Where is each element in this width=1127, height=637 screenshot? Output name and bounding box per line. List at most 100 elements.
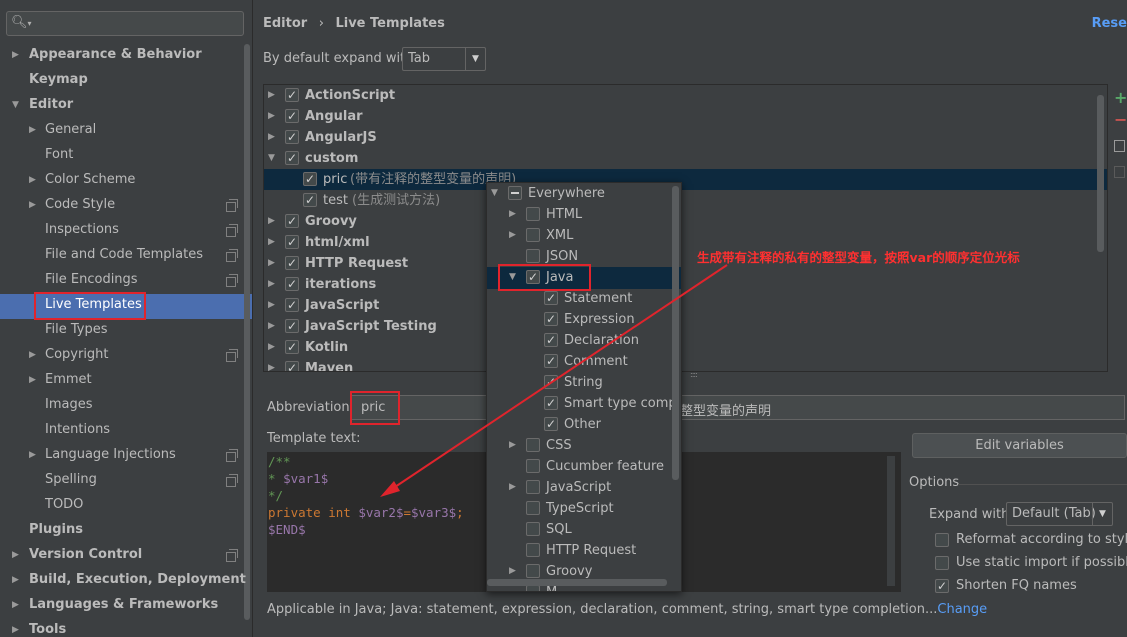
context-item[interactable]: String (487, 372, 672, 393)
sidebar-item-todo[interactable]: TODO (45, 494, 83, 516)
popup-hscrollbar[interactable] (487, 579, 667, 586)
splitter-handle[interactable]: :::: (690, 370, 698, 379)
sidebar-item-file-types[interactable]: File Types (45, 319, 108, 341)
chevron-right-icon[interactable]: ▶ (29, 194, 36, 216)
context-item[interactable]: Comment (487, 351, 672, 372)
sidebar-item-appearance-behavior[interactable]: Appearance & Behavior (29, 44, 202, 66)
chevron-right-icon[interactable]: ▶ (29, 169, 36, 191)
chevron-right-icon[interactable]: ▶ (12, 569, 19, 591)
context-item[interactable]: ▶ HTML (487, 204, 672, 225)
reset-link[interactable]: Rese (1092, 16, 1127, 31)
template-checkbox[interactable] (303, 190, 317, 211)
sidebar-item-editor[interactable]: Editor (29, 94, 73, 116)
sidebar-item-inspections[interactable]: Inspections (45, 219, 119, 241)
context-checkbox[interactable] (526, 459, 540, 473)
template-tree-scrollbar[interactable] (1097, 95, 1104, 252)
template-checkbox[interactable] (285, 253, 299, 274)
chevron-right-icon[interactable]: ▶ (268, 358, 275, 371)
sidebar-item-plugins[interactable]: Plugins (29, 519, 83, 541)
add-icon[interactable]: + (1114, 88, 1127, 107)
context-item[interactable]: ▶ CSS (487, 435, 672, 456)
sidebar-item-tools[interactable]: Tools (29, 619, 66, 637)
template-group[interactable]: ▼ custom (264, 148, 1107, 169)
sidebar-item-build-execution-deployment[interactable]: Build, Execution, Deployment (29, 569, 246, 591)
template-group[interactable]: ▶ AngularJS (264, 127, 1107, 148)
context-checkbox[interactable] (526, 228, 540, 242)
sidebar-item-keymap[interactable]: Keymap (29, 69, 88, 91)
template-checkbox[interactable] (303, 169, 317, 190)
context-checkbox[interactable] (544, 372, 558, 393)
template-group[interactable]: ▶ Angular (264, 106, 1107, 127)
template-checkbox[interactable] (285, 358, 299, 371)
context-checkbox[interactable] (544, 309, 558, 330)
expand-with-select[interactable]: Tab ▼ (402, 47, 486, 71)
popup-scrollbar[interactable] (672, 186, 679, 480)
template-checkbox[interactable] (285, 337, 299, 358)
sidebar-item-font[interactable]: Font (45, 144, 73, 166)
chevron-right-icon[interactable]: ▶ (509, 204, 516, 225)
chevron-right-icon[interactable]: ▶ (29, 369, 36, 391)
chevron-right-icon[interactable]: ▶ (268, 337, 275, 358)
context-checkbox[interactable] (526, 522, 540, 536)
options-expand-with-select[interactable]: Default (Tab) ▼ (1006, 502, 1113, 526)
template-checkbox[interactable] (285, 106, 299, 127)
template-group[interactable]: ▶ Groovy (264, 211, 1107, 232)
context-item[interactable]: Expression (487, 309, 672, 330)
breadcrumb-root[interactable]: Editor (263, 16, 307, 31)
context-checkbox[interactable] (526, 543, 540, 557)
chevron-right-icon[interactable]: ▶ (509, 435, 516, 456)
template-item[interactable]: pric(带有注释的整型变量的声明) (264, 169, 1107, 190)
template-item[interactable]: test (生成测试方法) (264, 190, 1107, 211)
change-context-link[interactable]: Change (937, 602, 987, 617)
chevron-right-icon[interactable]: ▶ (268, 316, 275, 337)
sidebar-item-color-scheme[interactable]: Color Scheme (45, 169, 135, 191)
context-checkbox[interactable] (526, 438, 540, 452)
chevron-right-icon[interactable]: ▶ (268, 253, 275, 274)
chevron-right-icon[interactable]: ▶ (29, 444, 36, 466)
context-item[interactable]: ▶ XML (487, 225, 672, 246)
sidebar-scrollbar[interactable] (244, 44, 250, 620)
static-import-checkbox[interactable] (935, 556, 949, 570)
chevron-right-icon[interactable]: ▶ (268, 127, 275, 148)
search-icon[interactable]: 🔍︎▾ (11, 15, 32, 30)
sidebar-item-file-encodings[interactable]: File Encodings (45, 269, 138, 291)
context-checkbox[interactable] (526, 501, 540, 515)
context-checkbox[interactable] (544, 288, 558, 309)
chevron-down-icon[interactable]: ▼ (12, 94, 19, 116)
context-checkbox[interactable] (544, 330, 558, 351)
chevron-down-icon[interactable]: ▼ (268, 148, 275, 169)
context-item[interactable]: Smart type completion (487, 393, 681, 414)
template-group[interactable]: ▶ Kotlin (264, 337, 1107, 358)
context-checkbox[interactable] (526, 207, 540, 221)
edit-variables-button[interactable]: Edit variables (912, 433, 1127, 458)
description-field-value[interactable]: 整型变量的声明 (680, 400, 771, 419)
sidebar-item-language-injections[interactable]: Language Injections (45, 444, 176, 466)
chevron-right-icon[interactable]: ▶ (12, 594, 19, 616)
context-checkbox[interactable] (526, 480, 540, 494)
search-input[interactable]: 🔍︎▾ (6, 11, 244, 36)
chevron-right-icon[interactable]: ▶ (268, 106, 275, 127)
sidebar-item-copyright[interactable]: Copyright (45, 344, 109, 366)
context-item[interactable]: Declaration (487, 330, 672, 351)
sidebar-item-code-style[interactable]: Code Style (45, 194, 115, 216)
template-checkbox[interactable] (285, 316, 299, 337)
sidebar-item-file-and-code-templates[interactable]: File and Code Templates (45, 244, 203, 266)
context-item[interactable]: HTTP Request (487, 540, 672, 561)
chevron-right-icon[interactable]: ▶ (268, 274, 275, 295)
context-checkbox[interactable] (508, 186, 522, 200)
context-item[interactable]: Other (487, 414, 672, 435)
context-item[interactable]: Cucumber feature (487, 456, 672, 477)
sidebar-item-emmet[interactable]: Emmet (45, 369, 92, 391)
template-group[interactable]: ▶ JavaScript (264, 295, 1107, 316)
sidebar-item-images[interactable]: Images (45, 394, 93, 416)
restore-icon[interactable] (1114, 166, 1125, 178)
template-checkbox[interactable] (285, 211, 299, 232)
context-item[interactable]: SQL (487, 519, 672, 540)
chevron-right-icon[interactable]: ▶ (12, 44, 19, 66)
context-checkbox[interactable] (544, 414, 558, 435)
template-checkbox[interactable] (285, 274, 299, 295)
sidebar-item-intentions[interactable]: Intentions (45, 419, 110, 441)
sidebar-item-languages-frameworks[interactable]: Languages & Frameworks (29, 594, 218, 616)
template-group[interactable]: ▶ iterations (264, 274, 1107, 295)
shorten-fq-checkbox[interactable] (935, 576, 949, 596)
